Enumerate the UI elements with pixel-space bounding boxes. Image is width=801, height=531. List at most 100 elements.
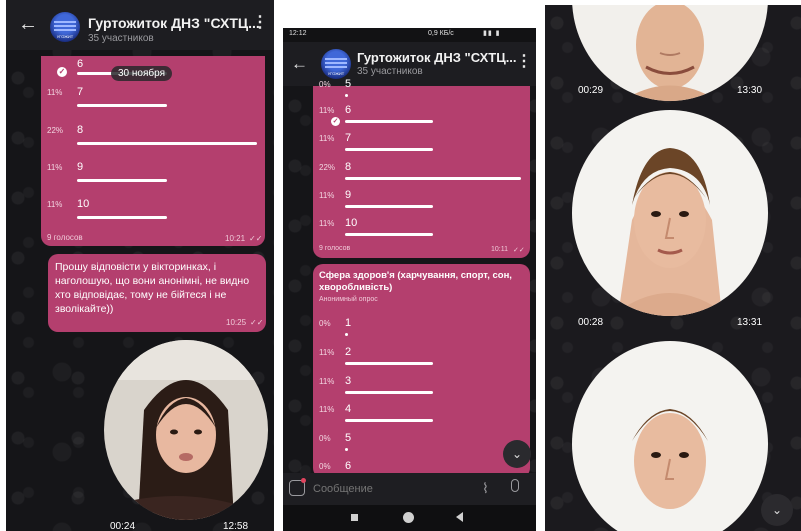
poll-option-bar (345, 120, 433, 123)
poll-question: Сфера здоров'я (харчування, спорт, сон, … (319, 270, 512, 293)
poll-option-label: 8 (77, 124, 84, 136)
poll-option-percent: 11% (319, 219, 335, 228)
poll-option-label: 5 (345, 432, 352, 444)
chat-member-count: 35 участников (88, 33, 154, 44)
message-text: Прошу відповісти у вікторинках, і наголо… (55, 261, 250, 315)
status-time: 12:12 (289, 30, 307, 37)
poll-option-label: 9 (345, 189, 352, 201)
poll-option-bar (345, 362, 433, 365)
poll-option-percent: 11% (319, 405, 335, 414)
poll-option: 11% 10 (47, 198, 259, 224)
chat-title[interactable]: Гуртожиток ДНЗ "СХТЦ... (357, 50, 517, 65)
poll-option-bar (345, 148, 433, 151)
poll-option: 11% 7 (319, 132, 524, 158)
home-icon[interactable] (403, 512, 414, 523)
avatar-text: УГОЖИТ (56, 34, 74, 39)
chevron-down-icon: ⌄ (511, 447, 523, 461)
poll-option-label: 6 (345, 104, 352, 116)
poll-option-label: 4 (345, 403, 352, 415)
poll-option-bar (345, 333, 348, 336)
avatar-text: УГОЖИТ (327, 71, 345, 76)
video-message[interactable] (104, 340, 268, 520)
poll-option-bar (345, 448, 348, 451)
poll-option: 0% 5 (319, 78, 524, 100)
chat-screen-3: 00:29 13:30 00:28 13:31 ⌄ (545, 5, 801, 531)
more-vertical-icon[interactable]: ⋮ (252, 15, 268, 31)
poll-option: 11% 9 (319, 189, 524, 215)
video-frame (572, 110, 768, 316)
double-check-icon: ✓✓ (250, 318, 264, 327)
more-vertical-icon[interactable]: ⋮ (516, 54, 532, 70)
poll-option: 11% 7 (47, 86, 259, 112)
video-duration: 00:28 (578, 317, 604, 328)
poll-option-label: 5 (345, 78, 352, 90)
android-nav-bar (283, 505, 536, 531)
poll-option-percent: 11% (47, 163, 63, 172)
poll-option-percent: 0% (319, 434, 331, 443)
scroll-down-button[interactable]: ⌄ (503, 440, 531, 468)
group-avatar[interactable]: УГОЖИТ (321, 49, 351, 79)
poll-option-percent: 0% (319, 319, 331, 328)
back-nav-icon[interactable] (456, 512, 463, 522)
microphone-icon[interactable] (511, 479, 519, 492)
text-message: Прошу відповісти у вікторинках, і наголо… (48, 254, 266, 332)
poll-option: 11% 6 ✓ (319, 104, 524, 130)
poll-option-percent: 11% (47, 200, 63, 209)
message-time: 13:30 (737, 85, 763, 96)
message-time: 10:11 (491, 246, 508, 253)
message-input[interactable] (313, 479, 463, 499)
poll-option-percent: 11% (319, 348, 335, 357)
notification-dot (301, 478, 306, 483)
back-arrow-icon[interactable]: ← (291, 54, 308, 74)
poll-option: 22% 8 (319, 161, 524, 187)
poll-option-label: 10 (345, 217, 358, 229)
poll-option-bar (345, 391, 433, 394)
poll-vote-count: 9 голосов (319, 245, 351, 252)
paperclip-icon[interactable]: ⌇ (482, 480, 489, 497)
chat-title[interactable]: Гуртожиток ДНЗ "СХТЦ... (88, 15, 260, 31)
video-duration: 00:24 (110, 521, 136, 531)
poll-vote-count: 9 голосов (47, 233, 83, 242)
poll-option[interactable]: 0% 5 (319, 432, 524, 458)
recents-icon[interactable] (351, 514, 358, 521)
group-avatar[interactable]: УГОЖИТ (50, 12, 80, 42)
poll-option-percent: 22% (47, 126, 64, 135)
poll-option: 22% 8 (47, 124, 259, 150)
video-frame (572, 341, 768, 531)
poll-option-label: 6 (345, 460, 352, 472)
poll-option-bar (77, 104, 167, 107)
status-network-speed: 0,9 КБ/с (428, 30, 454, 37)
video-duration: 00:29 (578, 85, 604, 96)
chat-screen-1: ← УГОЖИТ Гуртожиток ДНЗ "СХТЦ... 35 учас… (6, 0, 274, 531)
poll-option-bar (77, 179, 167, 182)
poll-option[interactable]: 11% 4 (319, 403, 524, 429)
status-bar: 12:12 0,9 КБ/с ▮▮ ▮ (283, 28, 536, 42)
date-pill: 30 ноября (111, 66, 172, 81)
poll-option-bar (345, 94, 348, 97)
poll-option[interactable]: 0% 1 (319, 317, 524, 343)
message-input-bar: ⌇ (283, 473, 536, 505)
chat-member-count: 35 участников (357, 66, 423, 77)
poll-option-bar (345, 177, 521, 180)
video-message[interactable] (572, 110, 768, 316)
poll-option-percent: 0% (319, 80, 331, 89)
poll-message: Сфера здоров'я (харчування, спорт, сон, … (313, 264, 530, 478)
poll-option-bar (345, 205, 433, 208)
check-icon: ✓ (331, 117, 340, 126)
poll-option[interactable]: 11% 3 (319, 375, 524, 401)
poll-option[interactable]: 11% 2 (319, 346, 524, 372)
video-frame (104, 340, 268, 520)
poll-option-label: 3 (345, 375, 352, 387)
poll-message: 0% 5 11% 6 ✓ 11% 7 22% 8 11% 9 11% 10 9 … (313, 78, 530, 258)
poll-option: 11% 10 (319, 217, 524, 243)
poll-option-label: 8 (345, 161, 352, 173)
video-message[interactable] (572, 341, 768, 531)
poll-option-bar (77, 216, 167, 219)
poll-type: Анонимный опрос (319, 296, 378, 303)
poll-option-bar (345, 419, 433, 422)
message-time: 13:31 (737, 317, 763, 328)
poll-option-bar (345, 233, 433, 236)
poll-option-percent: 11% (319, 106, 335, 115)
back-arrow-icon[interactable]: ← (18, 14, 38, 34)
scroll-down-button[interactable]: ⌄ (761, 494, 793, 526)
